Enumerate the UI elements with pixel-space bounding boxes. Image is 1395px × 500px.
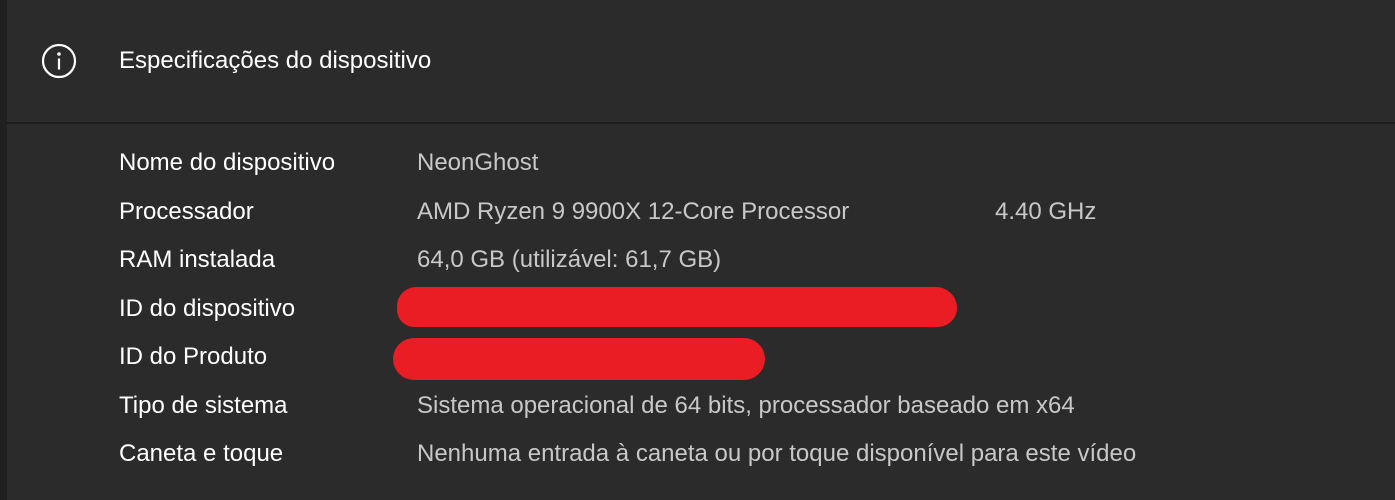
spec-label: Caneta e toque bbox=[119, 440, 284, 467]
spec-row-system-type: Tipo de sistema Sistema operacional de 6… bbox=[7, 386, 1395, 426]
spec-row-pen-touch: Caneta e toque Nenhuma entrada à caneta … bbox=[7, 434, 1395, 474]
spec-label: ID do dispositivo bbox=[119, 295, 296, 322]
spec-label: Tipo de sistema bbox=[119, 392, 288, 419]
spec-value[interactable]: Sistema operacional de 64 bits, processa… bbox=[417, 386, 1075, 426]
spec-row-ram: RAM instalada 64,0 GB (utilizável: 61,7 … bbox=[7, 240, 1395, 280]
spec-value[interactable]: Nenhuma entrada à caneta ou por toque di… bbox=[417, 434, 1136, 474]
spec-value[interactable]: AMD Ryzen 9 9900X 12-Core Processor bbox=[417, 192, 849, 232]
spec-label: ID do Produto bbox=[119, 343, 268, 370]
spec-label: Nome do dispositivo bbox=[119, 149, 336, 176]
processor-speed[interactable]: 4.40 GHz bbox=[995, 192, 1096, 232]
info-icon bbox=[41, 43, 77, 79]
redaction-mark bbox=[397, 287, 957, 327]
spec-row-device-name: Nome do dispositivo NeonGhost bbox=[7, 143, 1395, 183]
spec-label: RAM instalada bbox=[119, 246, 276, 273]
device-specs-panel: Especificações do dispositivo Nome do di… bbox=[6, 0, 1395, 500]
redaction-mark bbox=[393, 338, 765, 380]
spec-value[interactable]: NeonGhost bbox=[417, 143, 538, 183]
device-specs-header[interactable]: Especificações do dispositivo bbox=[7, 0, 1395, 124]
spec-value[interactable]: 64,0 GB (utilizável: 61,7 GB) bbox=[417, 240, 721, 280]
spec-row-processor: Processador AMD Ryzen 9 9900X 12-Core Pr… bbox=[7, 192, 1395, 232]
section-title: Especificações do dispositivo bbox=[119, 47, 432, 74]
spec-label: Processador bbox=[119, 198, 254, 225]
